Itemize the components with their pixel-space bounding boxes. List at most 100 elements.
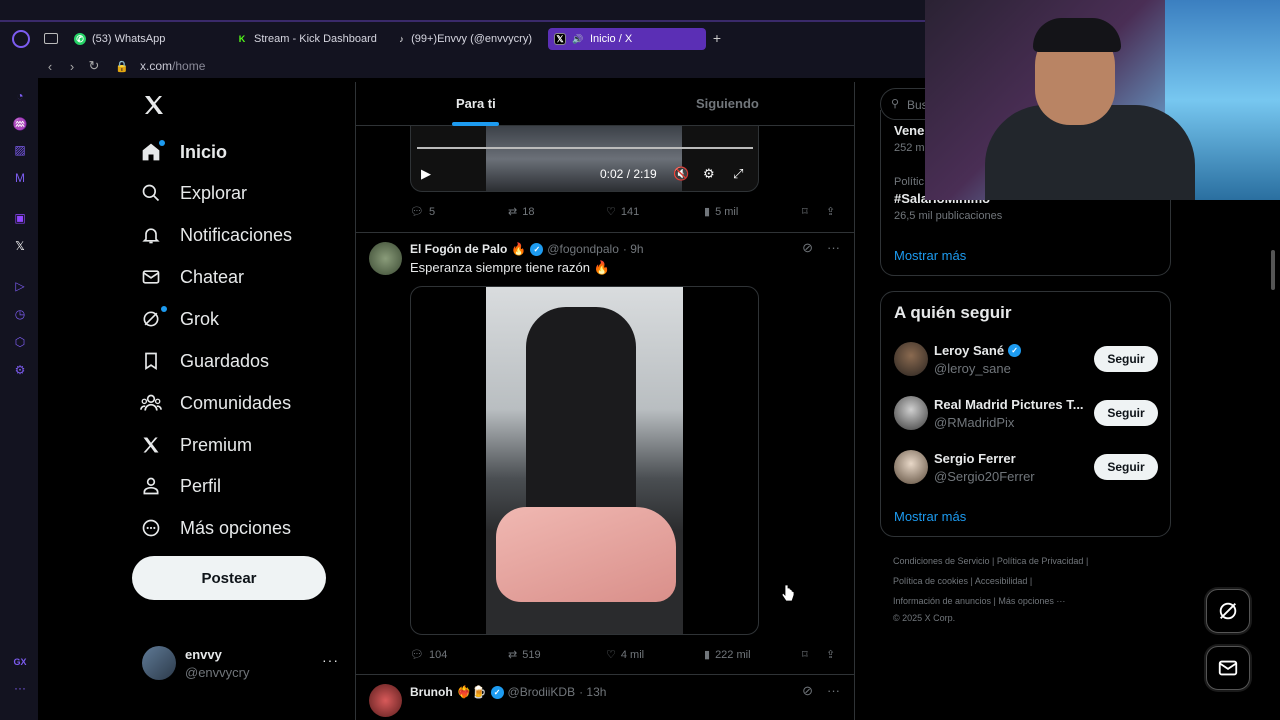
new-tab-plus-icon[interactable]: + (710, 31, 724, 45)
reload-icon[interactable]: ↻ (86, 58, 102, 74)
mute-icon[interactable]: 🔇 (673, 166, 689, 182)
video-player[interactable]: ▶ 0:02 / 2:19 🔇 ⚙ ⤢ (410, 126, 759, 192)
page-scrollbar[interactable] (1270, 200, 1276, 700)
history-icon[interactable]: ◷ (12, 306, 28, 322)
speaker-icon[interactable]: 🔊 (572, 33, 584, 45)
settings-gear-icon[interactable]: ⚙ (12, 362, 28, 378)
person-silhouette (526, 307, 636, 517)
post-button[interactable]: Postear (132, 556, 326, 600)
opera-logo-icon[interactable] (12, 30, 30, 48)
repost-count: 519 (522, 648, 541, 661)
trends-show-more-link[interactable]: Mostrar más (894, 248, 966, 263)
tweet-time[interactable]: · 13h (579, 685, 606, 699)
speed-dial-icon[interactable]: ◔ (12, 88, 28, 104)
author-handle[interactable]: @BrodiiKDB (508, 685, 576, 699)
views-button[interactable]: ▮ 222 mil (704, 648, 751, 662)
nav-grok[interactable]: Grok (140, 305, 219, 333)
extensions-icon[interactable]: ⬡ (12, 334, 28, 350)
workspaces-icon[interactable] (44, 33, 58, 44)
tab-kick[interactable]: K Stream - Kick Dashboard (230, 28, 386, 50)
tweet-text: Esperanza siempre tiene razón 🔥 (410, 260, 610, 275)
follow-suggestion[interactable]: Real Madrid Pictures T... @RMadridPix Se… (894, 396, 1158, 432)
views-button[interactable]: ▮ 5 mil (704, 205, 738, 219)
follow-button[interactable]: Seguir (1094, 400, 1158, 426)
more-icon[interactable]: ··· (827, 683, 840, 699)
player-icon[interactable]: ♒ (12, 116, 28, 132)
bookmark-button[interactable]: ⌑ (802, 648, 808, 661)
messenger-icon[interactable]: M (12, 170, 28, 186)
nav-premium[interactable]: Premium (140, 431, 252, 459)
tab-tiktok[interactable]: ♪ (99+)Envvy (@envvycry) (392, 28, 538, 50)
tweet-time[interactable]: · 9h (623, 242, 644, 256)
tweet-video[interactable] (410, 286, 759, 635)
reply-button[interactable]: 💬︎ 104 (410, 648, 447, 662)
x-logo-icon[interactable] (142, 92, 166, 118)
nav-bookmarks[interactable]: Guardados (140, 347, 269, 375)
avatar[interactable] (369, 242, 402, 275)
twitch-icon[interactable]: ▣ (12, 210, 28, 226)
play-icon[interactable]: ▷ (12, 278, 28, 294)
repost-button[interactable]: ⇄ 18 (508, 205, 534, 219)
grok-floating-button[interactable] (1206, 589, 1250, 633)
footer-links[interactable]: Información de anuncios | Más opciones ·… (893, 596, 1153, 606)
who-to-follow-show-more-link[interactable]: Mostrar más (894, 509, 966, 524)
nav-chat[interactable]: Chatear (140, 263, 244, 291)
follow-suggestion[interactable]: Leroy Sané ✓ @leroy_sane Seguir (894, 342, 1158, 378)
fullscreen-icon[interactable]: ⤢ (733, 166, 743, 182)
like-button[interactable]: ♡ 141 (606, 205, 639, 219)
trend-category: Polític (894, 176, 924, 188)
reply-count: 5 (428, 205, 436, 218)
search-icon (140, 182, 162, 204)
repost-button[interactable]: ⇄ 519 (508, 648, 541, 662)
share-button[interactable]: ⇪ (826, 648, 835, 661)
mail-icon (1218, 660, 1238, 676)
grok-icon[interactable]: ⊘ (802, 683, 813, 699)
like-button[interactable]: ♡ 4 mil (606, 648, 645, 662)
video-frame (486, 287, 683, 634)
nav-notifications[interactable]: Notificaciones (140, 221, 292, 249)
more-icon[interactable]: ··· (827, 240, 840, 256)
nav-home[interactable]: Inicio (140, 138, 227, 166)
follow-button[interactable]: Seguir (1094, 454, 1158, 480)
messages-floating-button[interactable] (1206, 646, 1250, 690)
url-text[interactable]: x.com/home (140, 59, 205, 73)
x-sidebar-icon[interactable]: 𝕏 (12, 238, 28, 254)
video-settings-icon[interactable]: ⚙ (703, 166, 715, 182)
back-arrow-icon[interactable]: ‹ (42, 58, 58, 74)
nav-profile[interactable]: Perfil (140, 472, 221, 500)
tab-for-you[interactable]: Para ti (456, 96, 496, 111)
follow-button[interactable]: Seguir (1094, 346, 1158, 372)
video-progress-bar[interactable] (417, 147, 753, 149)
author-name[interactable]: Brunoh (410, 685, 453, 699)
nav-explore[interactable]: Explorar (140, 179, 247, 207)
author-handle[interactable]: @fogondpalo (547, 242, 619, 256)
like-count: 4 mil (620, 648, 645, 661)
grok-icon[interactable]: ⊘ (802, 240, 813, 256)
reply-button[interactable]: 💬︎ 5 (410, 205, 436, 219)
x-icon: 𝕏 (554, 33, 566, 45)
account-more-icon[interactable]: ··· (322, 652, 339, 668)
trend-name[interactable]: Vene (894, 123, 924, 138)
avatar (142, 646, 176, 680)
views-bar-icon: ▮ (704, 649, 711, 661)
scrollbar-thumb[interactable] (1271, 250, 1275, 290)
follow-suggestion[interactable]: Sergio Ferrer @Sergio20Ferrer Seguir (894, 450, 1158, 486)
tab-whatsapp[interactable]: ✆ (53) WhatsApp (68, 28, 224, 50)
avatar[interactable] (369, 684, 402, 717)
account-switcher[interactable]: envvy @envvycry ··· (140, 644, 350, 684)
bookmark-button[interactable]: ⌑ (802, 205, 808, 218)
tab-x-home[interactable]: 𝕏 🔊 Inicio / X (548, 28, 706, 50)
sidebar-more-icon[interactable]: ··· (12, 680, 28, 696)
author-name[interactable]: El Fogón de Palo (410, 242, 507, 256)
forward-arrow-icon[interactable]: › (64, 58, 80, 74)
nav-communities[interactable]: Comunidades (140, 389, 291, 417)
footer-links[interactable]: Política de cookies | Accesibilidad | (893, 576, 1153, 586)
nav-more-options[interactable]: Más opciones (140, 514, 291, 542)
gx-corner-icon[interactable]: ▨ (12, 142, 28, 158)
share-button[interactable]: ⇪ (826, 205, 835, 218)
tab-following[interactable]: Siguiendo (696, 96, 759, 111)
gx-label[interactable]: GX (12, 654, 28, 670)
play-icon[interactable]: ▶ (421, 166, 431, 182)
footer-links[interactable]: Condiciones de Servicio | Política de Pr… (893, 556, 1153, 566)
nav-label: Perfil (180, 475, 222, 496)
